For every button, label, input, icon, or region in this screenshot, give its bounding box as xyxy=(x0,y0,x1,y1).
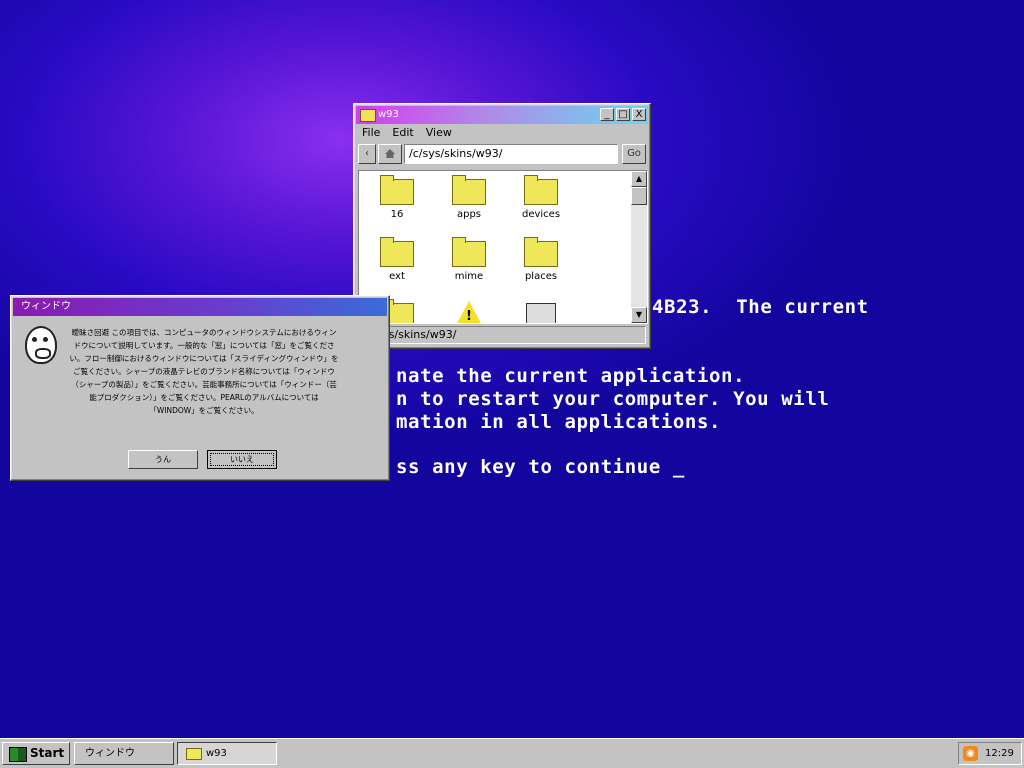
home-button[interactable] xyxy=(378,144,402,164)
troll-face-icon xyxy=(25,326,57,364)
rss-icon[interactable]: ◉ xyxy=(963,746,978,761)
vertical-scrollbar[interactable]: ▲ ▼ xyxy=(631,171,647,323)
taskbar-item-label: ウィンドウ xyxy=(85,748,135,759)
folder-label: 16 xyxy=(390,209,404,220)
folder-label: devices xyxy=(521,209,561,220)
home-icon xyxy=(385,149,395,158)
go-button[interactable]: Go xyxy=(622,144,646,164)
back-button[interactable]: ‹ xyxy=(358,144,376,164)
close-button[interactable]: X xyxy=(632,108,646,121)
menu-bar: File Edit View xyxy=(354,124,650,142)
dialog-titlebar[interactable]: ウィンドウ xyxy=(13,298,387,316)
dialog-window: ウィンドウ 曖昧さ回避 この項目では、コンピュータのウィンドウシステムにおけるウ… xyxy=(10,295,390,481)
folder-label: places xyxy=(524,271,558,282)
address-input[interactable]: /c/sys/skins/w93/ xyxy=(404,144,618,164)
folder-item[interactable]: ext xyxy=(367,233,427,282)
folder-label: ext xyxy=(389,271,405,282)
dialog-body: 曖昧さ回避 この項目では、コンピュータのウィンドウシステムにおけるウィンドウにつ… xyxy=(11,316,389,480)
window-title: w93 xyxy=(378,109,399,120)
bsod-line: ss any key to continue _ xyxy=(396,456,685,478)
windows-logo-icon xyxy=(9,747,27,762)
menu-file[interactable]: File xyxy=(362,124,380,142)
taskbar-item-dialog[interactable]: ウィンドウ xyxy=(74,742,174,765)
folder-item[interactable]: mime xyxy=(439,233,499,282)
menu-edit[interactable]: Edit xyxy=(392,124,413,142)
scroll-thumb[interactable] xyxy=(631,187,647,205)
folder-icon xyxy=(452,175,486,205)
system-tray: ◉ 12:29 xyxy=(958,742,1022,765)
maximize-button[interactable]: □ xyxy=(616,108,630,121)
explorer-window: w93 _ □ X File Edit View ‹ /c/sys/skins/… xyxy=(353,103,651,349)
folder-label: apps xyxy=(456,209,482,220)
start-button[interactable]: Start xyxy=(2,742,70,765)
folder-item[interactable]: apps xyxy=(439,171,499,220)
folder-icon xyxy=(524,237,558,267)
menu-view[interactable]: View xyxy=(426,124,452,142)
folder-icon xyxy=(186,748,202,760)
taskbar-item-label: w93 xyxy=(206,748,227,759)
taskbar-item-w93[interactable]: w93 xyxy=(177,742,277,765)
scroll-up-button[interactable]: ▲ xyxy=(631,171,647,187)
bsod-line: mation in all applications. xyxy=(396,411,722,433)
address-row: ‹ /c/sys/skins/w93/ Go xyxy=(358,142,646,166)
folder-icon xyxy=(452,237,486,267)
start-label: Start xyxy=(30,746,65,760)
clock[interactable]: 12:29 xyxy=(985,743,1014,764)
bsod-line: 4B23. The current xyxy=(652,296,869,318)
dialog-title: ウィンドウ xyxy=(21,301,71,312)
minimize-button[interactable]: _ xyxy=(600,108,614,121)
warning-icon: ! xyxy=(455,301,483,323)
folder-icon xyxy=(380,237,414,267)
folder-item[interactable]: devices xyxy=(511,171,571,220)
scroll-down-button[interactable]: ▼ xyxy=(631,307,647,323)
status-bar: /c/sys/skins/w93/ xyxy=(358,326,646,344)
bsod-line: n to restart your computer. You will xyxy=(396,388,830,410)
file-list[interactable]: 16 apps devices ext mime places ! ▲ ▼ xyxy=(358,170,648,324)
folder-icon xyxy=(360,109,376,122)
desktop[interactable]: 4B23. The current nate the current appli… xyxy=(0,0,1024,738)
folder-label: mime xyxy=(454,271,484,282)
folder-item[interactable]: places xyxy=(511,233,571,282)
bsod-line: nate the current application. xyxy=(396,365,746,387)
folder-icon xyxy=(380,175,414,205)
file-item[interactable]: ! xyxy=(439,295,499,323)
dialog-message: 曖昧さ回避 この項目では、コンピュータのウィンドウシステムにおけるウィンドウにつ… xyxy=(69,328,339,415)
no-button[interactable]: いいえ xyxy=(207,450,277,469)
folder-icon xyxy=(524,175,558,205)
folder-item[interactable]: 16 xyxy=(367,171,427,220)
yes-button[interactable]: うん xyxy=(128,450,198,469)
taskbar: Start ウィンドウ w93 ◉ 12:29 xyxy=(0,738,1024,768)
explorer-titlebar[interactable]: w93 _ □ X xyxy=(356,106,648,124)
device-icon xyxy=(526,303,556,323)
file-item[interactable] xyxy=(511,295,571,323)
